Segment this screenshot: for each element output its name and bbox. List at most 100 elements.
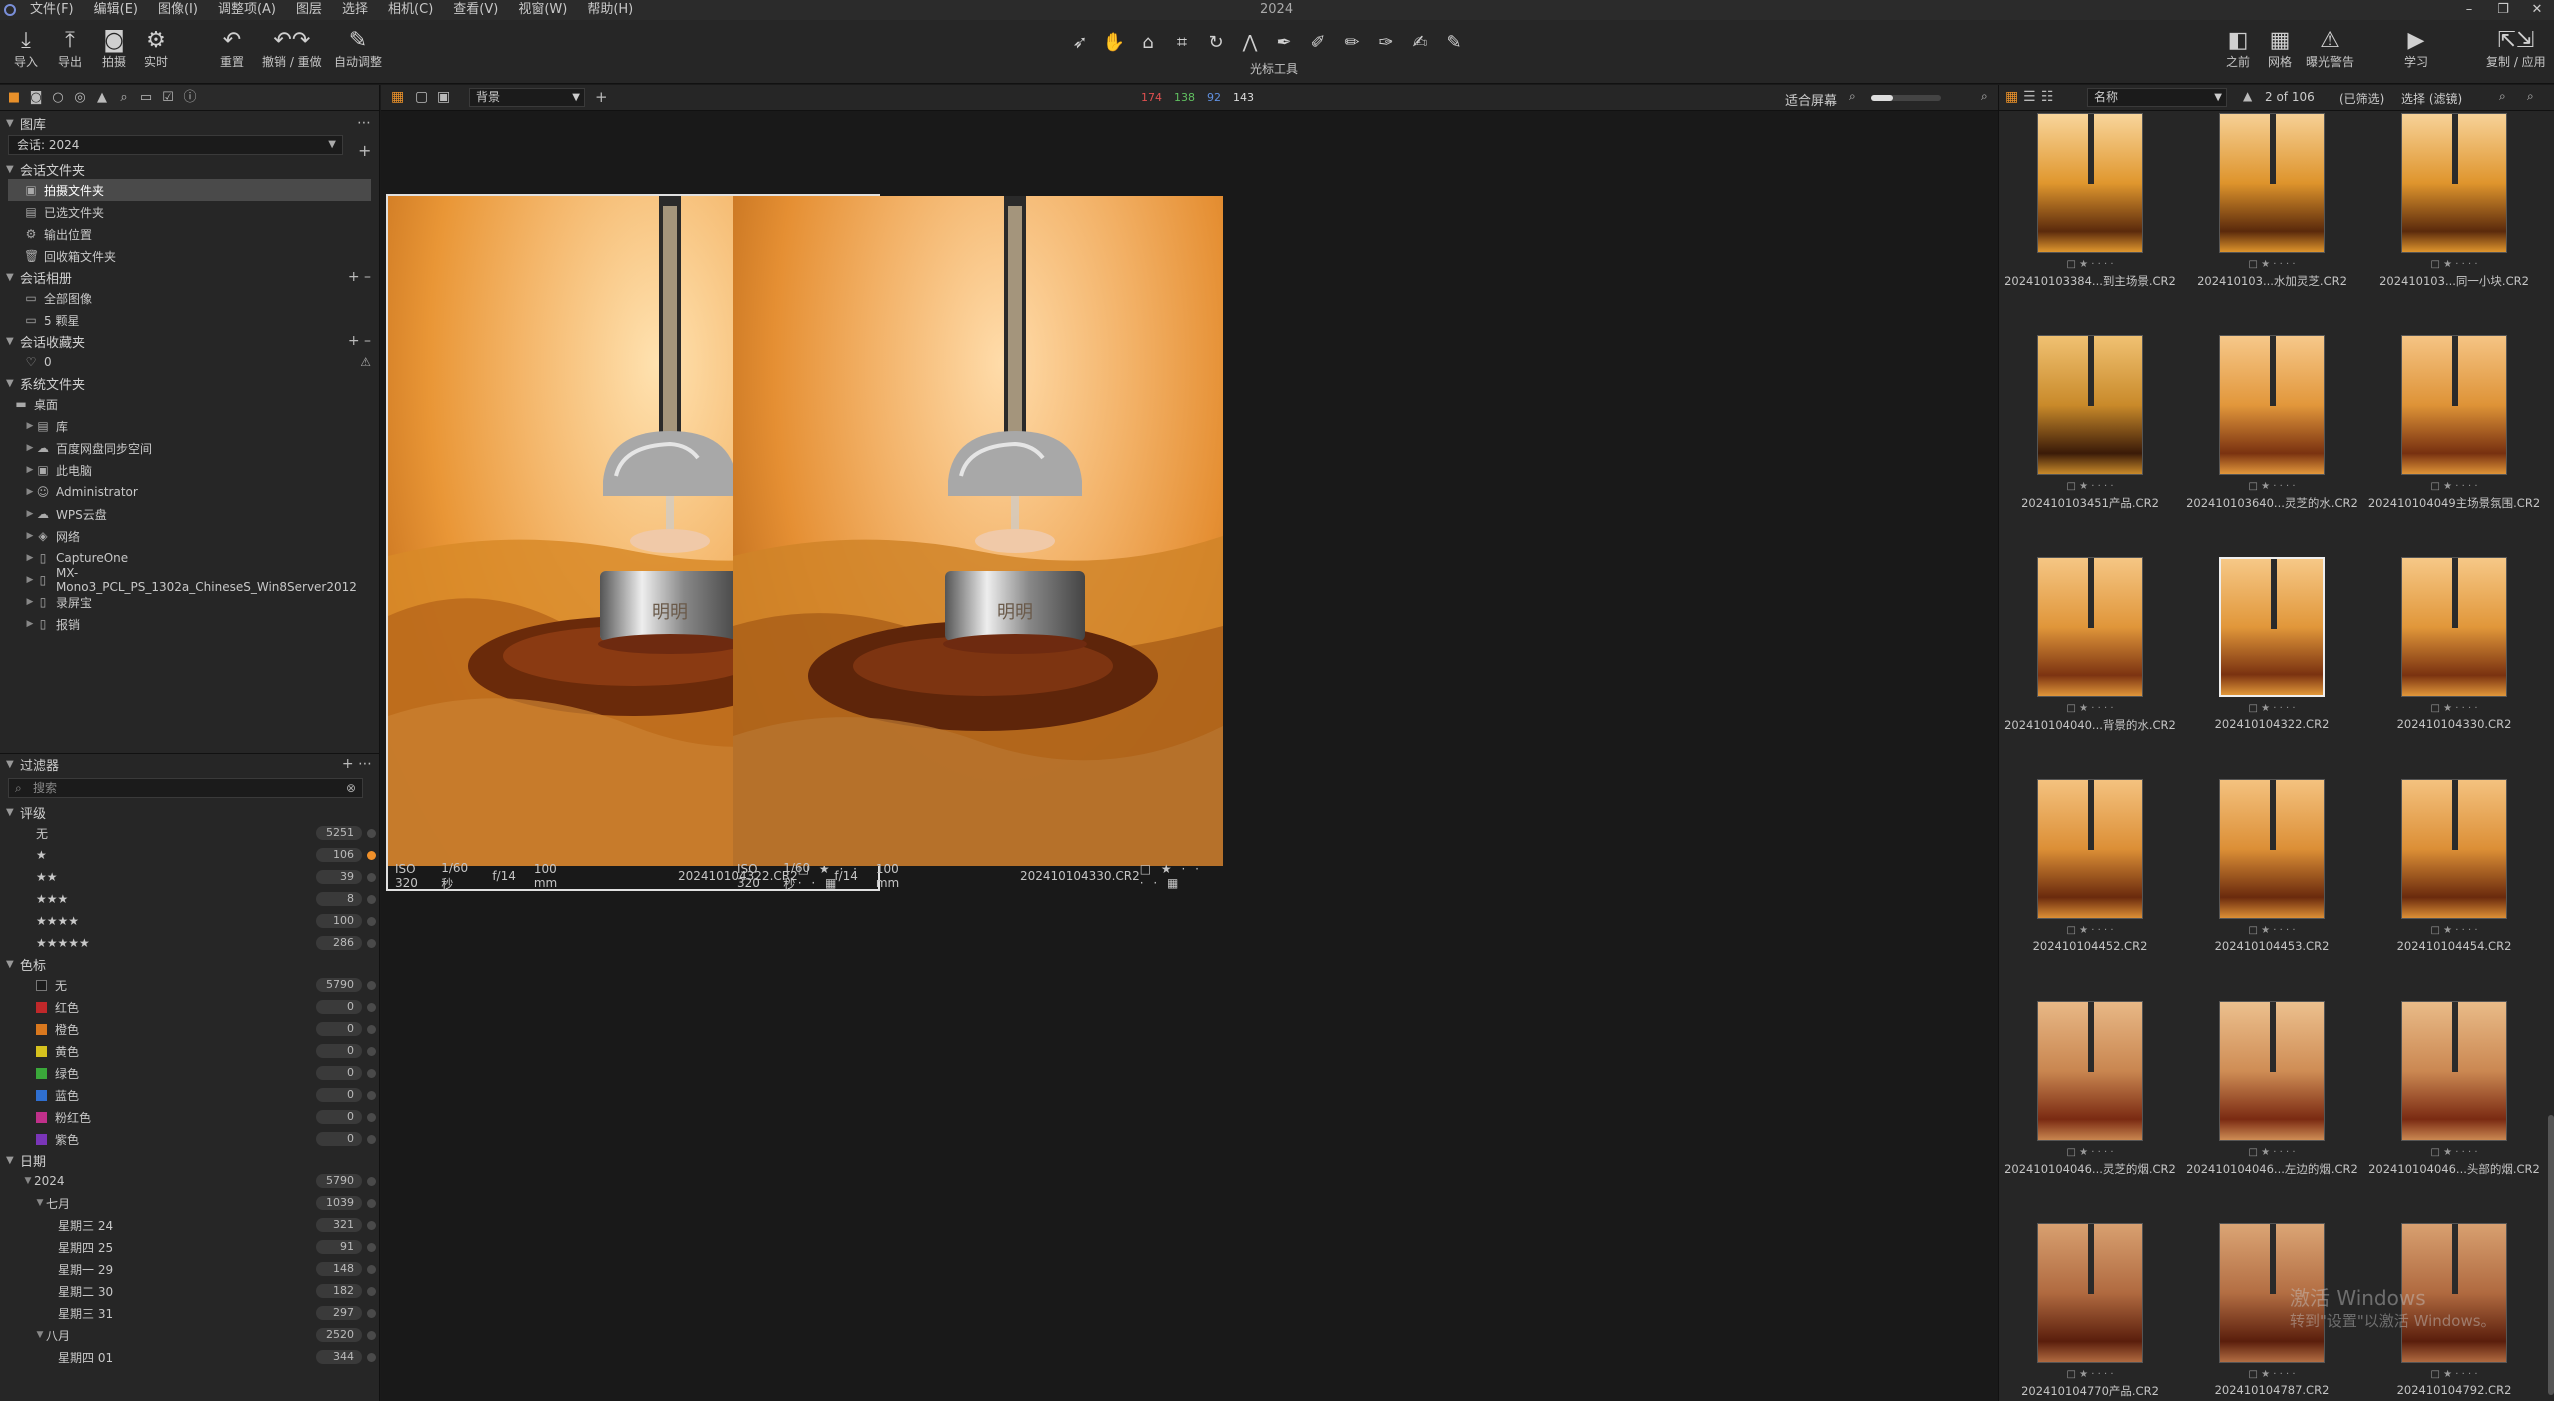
more-icon[interactable]: ⋯	[357, 113, 371, 133]
menu-help[interactable]: 帮助(H)	[577, 0, 643, 20]
expand-icon[interactable]: ▶	[24, 509, 36, 519]
thumbnail-rating[interactable]: □ ★ · · · ·	[2401, 259, 2507, 270]
auto-adjust-button[interactable]: ✎ 自动调整	[334, 28, 382, 70]
zoom-slider[interactable]	[1871, 95, 1941, 101]
color-filter-row[interactable]: 粉红色 0	[0, 1106, 380, 1128]
learn-button[interactable]: ▶ 学习	[2404, 28, 2428, 70]
menu-image[interactable]: 图像(I)	[148, 0, 208, 20]
thumbnail-rating[interactable]: □ ★ · · · ·	[2037, 481, 2143, 492]
system-folder[interactable]: ▶ ◈ 网络	[0, 525, 379, 547]
rating-filter-row[interactable]: ★★★ 8	[0, 888, 380, 910]
system-folder[interactable]: ▶ ☁ 百度网盘同步空间	[0, 437, 379, 459]
system-folder[interactable]: ▶ ▯ 录屏宝	[0, 591, 379, 613]
live-button[interactable]: ⚙ 实时	[144, 28, 168, 70]
import-button[interactable]: ⤓ 导入	[14, 28, 38, 70]
date-month-row[interactable]: ▼ 八月 2520	[0, 1324, 380, 1346]
filter-add-icon[interactable]: + ⋯	[342, 754, 372, 774]
loupe-icon[interactable]: ⌂	[1133, 32, 1163, 53]
fit-to-screen-label[interactable]: 适合屏幕	[1785, 90, 1837, 109]
folder-trash[interactable]: 🗑 回收箱文件夹	[0, 245, 379, 267]
date-day-row[interactable]: 星期三 24 321	[0, 1214, 380, 1236]
search-icon[interactable]: ⌕	[2527, 89, 2534, 104]
photo-right[interactable]: 明明	[733, 196, 1223, 866]
background-select[interactable]: 背景 ▼	[469, 88, 585, 107]
select-cursor-icon[interactable]: ➶	[1065, 32, 1095, 53]
system-folder[interactable]: ▶ ▯ 报销	[0, 613, 379, 635]
copy-apply-button[interactable]: ⇱⇲ 复制 / 应用	[2486, 28, 2546, 70]
collapse-icon[interactable]: ▼	[22, 1176, 34, 1186]
crop-icon[interactable]: ⌗	[1167, 32, 1197, 53]
menu-adjustments[interactable]: 调整项(A)	[208, 0, 286, 20]
thumbnail-view-icon[interactable]: ▦	[2005, 89, 2018, 105]
folder-selects[interactable]: ▤ 已选文件夹	[0, 201, 379, 223]
expand-icon[interactable]: ▶	[24, 531, 36, 541]
color-tag-header[interactable]: ▼ 色标	[0, 954, 380, 974]
thumbnail-rating[interactable]: □ ★ · · · ·	[2401, 481, 2507, 492]
thumbnail-image[interactable]	[2401, 779, 2507, 919]
proof-view-icon[interactable]: ▣	[437, 89, 450, 105]
thumbnail-rating[interactable]: □ ★ · · · ·	[2219, 703, 2325, 714]
zoom-in-icon[interactable]: ⌕	[1981, 89, 1988, 104]
add-icon[interactable]: +	[358, 141, 371, 160]
single-view-icon[interactable]: ▢	[415, 89, 428, 105]
thumbnail-rating[interactable]: □ ★ · · · ·	[2401, 1147, 2507, 1158]
picker-icon[interactable]: ✍	[1405, 32, 1435, 53]
thumbnail-image[interactable]	[2401, 557, 2507, 697]
sort-direction-icon[interactable]: ▲	[2243, 89, 2252, 103]
multi-view-icon[interactable]: ▦	[391, 89, 404, 105]
thumbnail-image[interactable]	[2037, 335, 2143, 475]
annotate-icon[interactable]: ✎	[1439, 32, 1469, 53]
hand-cursor-icon[interactable]: ✋	[1099, 32, 1129, 53]
rating-filter-row[interactable]: ★★★★★ 286	[0, 932, 380, 954]
thumbnail-image[interactable]	[2037, 1001, 2143, 1141]
spot-icon[interactable]: ✒	[1269, 32, 1299, 53]
folder-desktop[interactable]: ▬ 桌面	[0, 393, 379, 415]
session-folders-header[interactable]: ▼ 会话文件夹	[0, 159, 379, 179]
album-all-images[interactable]: ▭ 全部图像	[0, 287, 379, 309]
exposure-warning-button[interactable]: ⚠ 曝光警告	[2306, 28, 2354, 70]
undo-redo-button[interactable]: ↶↷ 撤销 / 重做	[262, 28, 322, 70]
add-album-icon[interactable]: + –	[348, 267, 371, 287]
thumbnail-image[interactable]	[2401, 335, 2507, 475]
thumbnail-rating[interactable]: □ ★ · · · ·	[2219, 925, 2325, 936]
thumbnail-image[interactable]	[2037, 779, 2143, 919]
select-filter-label[interactable]: 选择 (滤镜)	[2401, 90, 2462, 107]
color-filter-row[interactable]: 紫色 0	[0, 1128, 380, 1150]
expand-icon[interactable]: ▶	[24, 619, 36, 629]
thumbnail-rating[interactable]: □ ★ · · · ·	[2219, 259, 2325, 270]
grid-button[interactable]: ▦ 网格	[2268, 28, 2292, 70]
system-folder[interactable]: ▶ ▯ MX-Mono3_PCL_PS_1302a_ChineseS_Win8Ser…	[0, 566, 379, 594]
thumbnail-rating[interactable]: □ ★ · · · ·	[2037, 703, 2143, 714]
clear-icon[interactable]: ⊗	[346, 779, 356, 797]
expand-icon[interactable]: ▶	[24, 575, 36, 585]
capture-tab-icon[interactable]: ◙	[28, 90, 44, 106]
session-albums-header[interactable]: ▼ 会话相册 + –	[0, 267, 379, 287]
add-favorite-icon[interactable]: + –	[348, 331, 371, 351]
thumbnail-rating[interactable]: □ ★ · · · ·	[2037, 925, 2143, 936]
brush-icon[interactable]: ✐	[1303, 32, 1333, 53]
menu-edit[interactable]: 编辑(E)	[84, 0, 148, 20]
date-day-row[interactable]: 星期四 01 344	[0, 1346, 380, 1368]
thumbnail-image[interactable]	[2219, 1001, 2325, 1141]
library-header[interactable]: ▼ 图库 ⋯	[0, 113, 379, 133]
keystone-icon[interactable]: ⋀	[1235, 32, 1265, 53]
date-day-row[interactable]: 星期三 31 297	[0, 1302, 380, 1324]
menu-select[interactable]: 选择	[332, 0, 378, 20]
session-select[interactable]: 会话: 2024 ▼	[8, 135, 343, 155]
expand-icon[interactable]: ▶	[24, 421, 36, 431]
date-year-row[interactable]: ▼ 2024 5790	[0, 1170, 380, 1192]
thumbnail-rating[interactable]: □ ★ · · · ·	[2037, 1369, 2143, 1380]
collapse-icon[interactable]: ▼	[34, 1198, 46, 1208]
collapse-icon[interactable]: ▼	[34, 1330, 46, 1340]
rating-filter-row[interactable]: 无 5251	[0, 822, 380, 844]
gradient-icon[interactable]: ✑	[1371, 32, 1401, 53]
expand-icon[interactable]: ▶	[24, 487, 36, 497]
system-folder[interactable]: ▶ ☺ Administrator	[0, 481, 379, 503]
color-tab-icon[interactable]: ◎	[72, 90, 88, 106]
library-tab-icon[interactable]: ■	[6, 90, 22, 106]
adjust-tab-icon[interactable]: ▭	[138, 90, 154, 106]
menu-view[interactable]: 查看(V)	[443, 0, 508, 20]
detail-view-icon[interactable]: ☷	[2041, 89, 2054, 105]
thumbnail-image[interactable]	[2219, 557, 2325, 697]
menu-file[interactable]: 文件(F)	[20, 0, 84, 20]
